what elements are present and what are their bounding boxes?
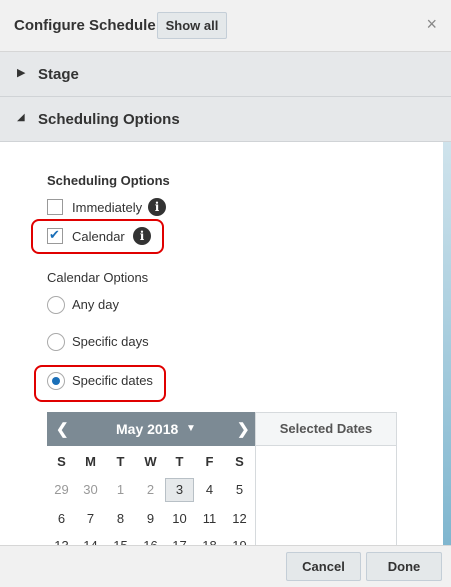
calendar-day[interactable]: 30 bbox=[76, 478, 105, 502]
any-day-label: Any day bbox=[72, 297, 119, 312]
calendar-day[interactable]: 3 bbox=[165, 478, 194, 502]
calendar-day[interactable]: 2 bbox=[136, 478, 165, 502]
calendar-day[interactable]: 18 bbox=[195, 534, 224, 545]
selected-dates-list bbox=[255, 446, 397, 545]
calendar-day[interactable]: 5 bbox=[225, 478, 254, 502]
calendar-day[interactable]: 10 bbox=[165, 507, 194, 531]
section-stage-label: Stage bbox=[38, 66, 79, 83]
specific-days-label: Specific days bbox=[72, 334, 149, 349]
calendar-day[interactable]: 7 bbox=[76, 507, 105, 531]
prev-month-icon[interactable]: ❮ bbox=[56, 420, 69, 438]
weekday-label: F bbox=[205, 454, 214, 469]
calendar-day[interactable]: 19 bbox=[225, 534, 254, 545]
weekday-label: M bbox=[85, 454, 96, 469]
show-all-button[interactable]: Show all bbox=[157, 12, 227, 39]
calendar-day[interactable]: 13 bbox=[47, 534, 76, 545]
immediately-label: Immediately bbox=[72, 200, 143, 215]
calendar-options-title: Calendar Options bbox=[47, 270, 149, 285]
calendar-day[interactable]: 6 bbox=[47, 507, 76, 531]
section-stage[interactable]: ▶ Stage bbox=[0, 52, 451, 97]
section-scheduling-label: Scheduling Options bbox=[38, 111, 180, 128]
next-month-icon[interactable]: ❯ bbox=[237, 420, 250, 438]
any-day-radio[interactable] bbox=[47, 296, 65, 314]
section-scheduling-options[interactable]: ◢ Scheduling Options bbox=[0, 97, 451, 142]
calendar-day[interactable]: 15 bbox=[106, 534, 135, 545]
calendar-label: Calendar bbox=[72, 229, 125, 244]
calendar-day[interactable]: 16 bbox=[136, 534, 165, 545]
info-icon[interactable]: i bbox=[133, 227, 151, 245]
immediately-checkbox[interactable] bbox=[47, 199, 63, 215]
calendar-day[interactable]: 9 bbox=[136, 507, 165, 531]
caret-down-icon[interactable]: ▼ bbox=[186, 423, 196, 434]
dialog-footer: Cancel Done bbox=[0, 545, 451, 587]
dialog-title: Configure Schedule bbox=[14, 17, 156, 34]
specific-days-radio[interactable] bbox=[47, 333, 65, 351]
weekday-label: W bbox=[144, 454, 157, 469]
specific-dates-radio[interactable] bbox=[47, 372, 65, 390]
calendar-header: ❮ May 2018 ▼ ❯ bbox=[47, 412, 255, 446]
weekday-label: T bbox=[175, 454, 184, 469]
calendar-day[interactable]: 4 bbox=[195, 478, 224, 502]
month-selector[interactable]: May 2018 bbox=[116, 421, 178, 437]
calendar-day[interactable]: 12 bbox=[225, 507, 254, 531]
info-icon[interactable]: i bbox=[148, 198, 166, 216]
done-button[interactable]: Done bbox=[366, 552, 442, 581]
weekday-label: S bbox=[235, 454, 244, 469]
calendar-checkbox[interactable] bbox=[47, 227, 63, 244]
calendar-day[interactable]: 17 bbox=[165, 534, 194, 545]
calendar-day[interactable]: 14 bbox=[76, 534, 105, 545]
caret-right-icon: ▶ bbox=[17, 67, 26, 79]
weekday-label: S bbox=[57, 454, 66, 469]
weekday-label: T bbox=[116, 454, 125, 469]
calendar-day[interactable]: 29 bbox=[47, 478, 76, 502]
radio-specific-dates[interactable]: Specific dates bbox=[47, 372, 167, 392]
radio-any-day[interactable]: Any day bbox=[47, 296, 167, 316]
option-calendar[interactable]: Calendar bbox=[47, 227, 147, 248]
scrollbar[interactable] bbox=[443, 142, 451, 545]
cancel-button[interactable]: Cancel bbox=[286, 552, 361, 581]
selected-dates-header: Selected Dates bbox=[255, 412, 397, 446]
calendar-day[interactable]: 11 bbox=[195, 507, 224, 531]
radio-specific-days[interactable]: Specific days bbox=[47, 333, 167, 353]
close-icon[interactable]: × bbox=[426, 14, 437, 35]
caret-down-icon: ◢ bbox=[17, 112, 25, 123]
dialog-header: Configure Schedule Show all × bbox=[0, 0, 451, 52]
specific-dates-label: Specific dates bbox=[72, 373, 153, 388]
scheduling-content: Scheduling Options Immediately i Calenda… bbox=[0, 142, 443, 545]
scheduling-options-title: Scheduling Options bbox=[47, 173, 170, 188]
calendar-day[interactable]: 1 bbox=[106, 478, 135, 502]
calendar-day[interactable]: 8 bbox=[106, 507, 135, 531]
